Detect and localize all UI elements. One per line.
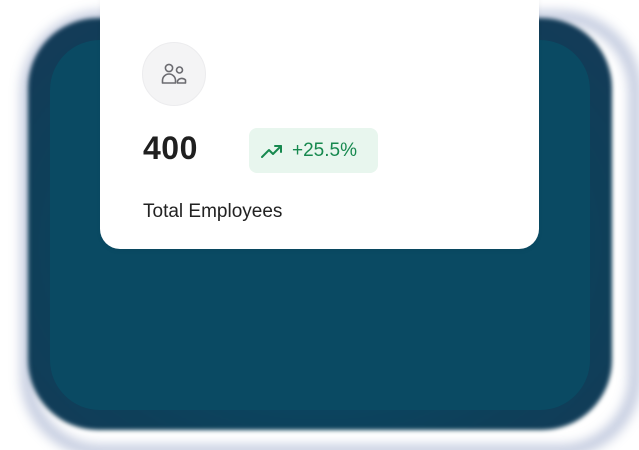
stage: 400 +25.5% Total Employees — [0, 0, 639, 450]
total-employees-card[interactable]: 400 +25.5% Total Employees — [100, 0, 539, 249]
employee-count: 400 — [143, 130, 198, 166]
users-icon — [161, 63, 187, 84]
users-icon-container — [142, 42, 206, 106]
trending-up-icon — [261, 144, 282, 158]
trend-badge: +25.5% — [249, 128, 378, 173]
trend-percentage: +25.5% — [292, 139, 357, 161]
card-label: Total Employees — [143, 201, 283, 222]
